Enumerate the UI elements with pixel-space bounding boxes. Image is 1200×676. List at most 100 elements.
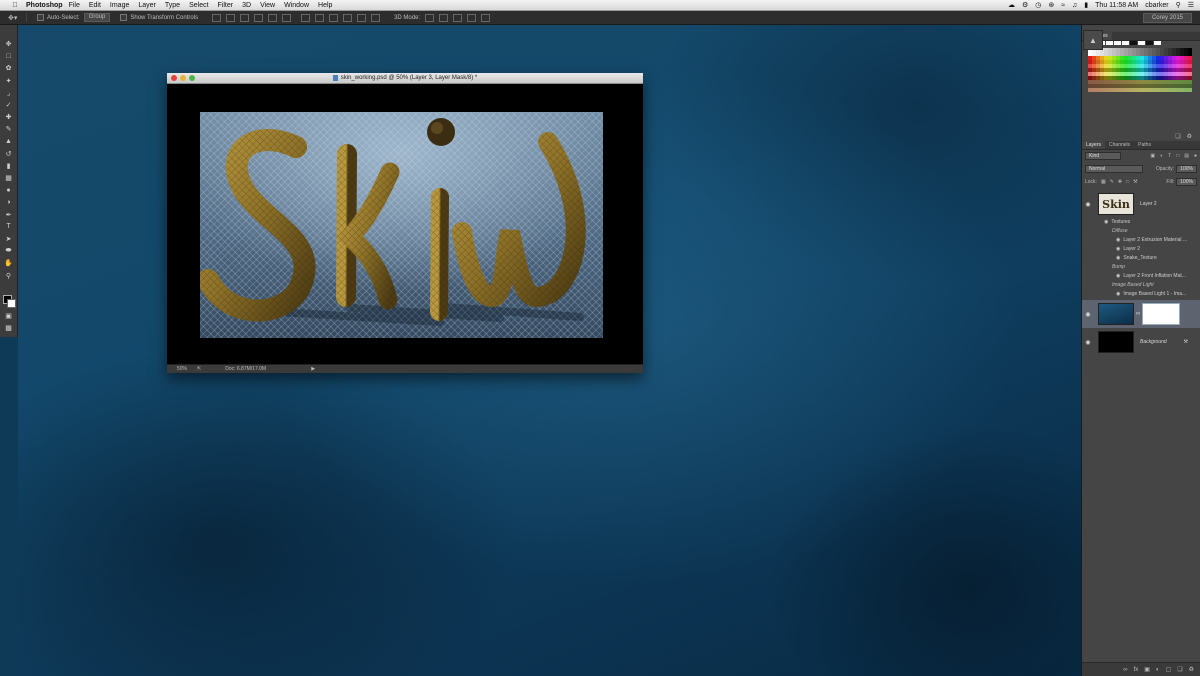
new-layer-icon[interactable]: ❏: [1177, 666, 1182, 673]
marquee-tool-icon[interactable]: □: [3, 51, 14, 61]
menu-file[interactable]: File: [69, 2, 80, 9]
3d-roll-icon[interactable]: [439, 13, 449, 22]
path-select-tool-icon[interactable]: ➤: [3, 234, 14, 244]
menu-3d[interactable]: 3D: [242, 2, 251, 9]
swatch[interactable]: [1146, 41, 1153, 45]
swatch[interactable]: [1138, 41, 1145, 45]
new-group-icon[interactable]: ▢: [1166, 666, 1172, 673]
eye-icon[interactable]: ◉: [1104, 219, 1108, 225]
layer-3-mask-thumbnail[interactable]: [1142, 303, 1181, 325]
eye-icon[interactable]: ◉: [1116, 291, 1120, 297]
transform-controls-checkbox[interactable]: [120, 14, 128, 21]
background-thumbnail[interactable]: [1098, 331, 1134, 353]
healing-tool-icon[interactable]: ✚: [3, 112, 14, 122]
menu-window[interactable]: Window: [284, 2, 309, 9]
gradient-tool-icon[interactable]: ▦: [3, 173, 14, 183]
minimize-window-icon[interactable]: [180, 75, 186, 81]
status-icon-gear[interactable]: ⚙: [1022, 1, 1028, 9]
fx-bump-1[interactable]: ◉ Layer 2 Front Inflation Mat...: [1116, 273, 1186, 279]
eye-icon[interactable]: ◉: [1116, 237, 1120, 243]
menu-select[interactable]: Select: [189, 2, 208, 9]
fill-field[interactable]: 100%: [1176, 178, 1197, 186]
apple-icon[interactable]: : [10, 2, 20, 9]
eye-icon[interactable]: ◉: [1116, 273, 1120, 279]
filter-pixel-icon[interactable]: ▣: [1150, 153, 1155, 159]
filter-adjust-icon[interactable]: ◐: [1160, 153, 1163, 159]
screen-mode-icon[interactable]: ▩: [3, 323, 14, 333]
add-mask-icon[interactable]: ▣: [1144, 666, 1150, 673]
align-left-icon[interactable]: [254, 13, 264, 22]
shape-tool-icon[interactable]: ⬬: [3, 246, 14, 256]
tab-channels[interactable]: Channels: [1105, 141, 1134, 149]
new-swatch-icon[interactable]: ❏: [1175, 133, 1180, 140]
app-name[interactable]: Photoshop: [26, 2, 63, 9]
menu-filter[interactable]: Filter: [218, 2, 234, 9]
blur-tool-icon[interactable]: ●: [3, 185, 14, 195]
align-top-icon[interactable]: [212, 13, 222, 22]
close-window-icon[interactable]: [171, 75, 177, 81]
swatch[interactable]: [1122, 41, 1129, 45]
brush-tool-icon[interactable]: ✎: [3, 124, 14, 134]
auto-select-checkbox[interactable]: [37, 14, 44, 21]
document-titlebar[interactable]: skin_working.psd @ 50% (Layer 3, Layer M…: [167, 73, 643, 84]
lock-icon[interactable]: ⚒: [1184, 339, 1188, 345]
align-bottom-icon[interactable]: [240, 13, 250, 22]
layer-3-thumbnail[interactable]: [1098, 303, 1134, 325]
3d-slide-icon[interactable]: [467, 13, 477, 22]
menu-user[interactable]: cbarker: [1145, 2, 1168, 9]
filter-shape-icon[interactable]: □: [1176, 153, 1179, 159]
lock-transparent-icon[interactable]: ▦: [1101, 179, 1106, 185]
layer-2-name[interactable]: Layer 2: [1140, 201, 1157, 207]
delete-swatch-icon[interactable]: ♻: [1187, 133, 1192, 140]
distribute-hcenter-icon[interactable]: [357, 13, 367, 22]
menu-clock[interactable]: Thu 11:58 AM: [1095, 2, 1138, 9]
lasso-tool-icon[interactable]: ✿: [3, 63, 14, 73]
move-tool-preset[interactable]: ✥▾: [8, 13, 27, 22]
move-tool-icon[interactable]: ✥: [3, 39, 14, 49]
zoom-tool-icon[interactable]: ⚲: [3, 271, 14, 281]
align-right-icon[interactable]: [282, 13, 292, 22]
layer-kind-filter[interactable]: Kind: [1085, 152, 1121, 160]
3d-orbit-icon[interactable]: [425, 13, 435, 22]
distribute-right-icon[interactable]: [371, 13, 381, 22]
fx-textures[interactable]: ◉ Textures: [1104, 219, 1130, 225]
swatch[interactable]: [1106, 41, 1113, 45]
hand-tool-icon[interactable]: ✋: [3, 258, 14, 268]
pen-tool-icon[interactable]: ✒: [3, 210, 14, 220]
eyedropper-tool-icon[interactable]: ✓: [3, 100, 14, 110]
battery-icon[interactable]: ▮: [1084, 1, 1088, 9]
lock-all-icon[interactable]: ⚒: [1133, 179, 1137, 185]
export-icon[interactable]: ⇱: [197, 366, 201, 372]
opacity-field[interactable]: 100%: [1176, 165, 1197, 173]
menu-layer[interactable]: Layer: [138, 2, 156, 9]
distribute-vcenter-icon[interactable]: [315, 13, 325, 22]
tab-layers[interactable]: Layers: [1082, 141, 1106, 149]
wifi-icon[interactable]: ≈: [1061, 2, 1065, 9]
fx-diffuse-1[interactable]: ◉ Layer 2 Extrusion Material ...: [1116, 237, 1187, 243]
link-layers-icon[interactable]: ∞: [1123, 667, 1127, 673]
type-tool-icon[interactable]: T: [3, 222, 14, 232]
menu-help[interactable]: Help: [318, 2, 332, 9]
swatch[interactable]: [1114, 41, 1121, 45]
layer-row-layer-2[interactable]: ◉ Skin Layer 2: [1082, 192, 1200, 216]
auto-select-dropdown[interactable]: Group: [83, 13, 111, 22]
collapsed-panel-icon[interactable]: ▲: [1083, 30, 1103, 50]
swatch[interactable]: [1154, 41, 1161, 45]
menu-view[interactable]: View: [260, 2, 275, 9]
filter-smart-icon[interactable]: ▤: [1184, 153, 1189, 159]
zoom-window-icon[interactable]: [189, 75, 195, 81]
delete-layer-icon[interactable]: ♻: [1189, 666, 1194, 673]
layer-row-background[interactable]: ◉ Background ⚒: [1082, 330, 1200, 354]
status-icon-clock[interactable]: ◷: [1035, 1, 1041, 9]
distribute-top-icon[interactable]: [301, 13, 311, 22]
artwork-image[interactable]: [200, 112, 603, 338]
status-menu-arrow-icon[interactable]: ▶: [311, 366, 315, 372]
quick-select-tool-icon[interactable]: ✦: [3, 76, 14, 86]
eraser-tool-icon[interactable]: ▮: [3, 161, 14, 171]
align-hcenter-icon[interactable]: [268, 13, 278, 22]
workspace-switcher[interactable]: Corey 2015: [1142, 13, 1192, 23]
quick-mask-icon[interactable]: ▣: [3, 311, 14, 321]
adjustment-layer-icon[interactable]: ◐: [1156, 667, 1160, 673]
distribute-bottom-icon[interactable]: [329, 13, 339, 22]
distribute-left-icon[interactable]: [343, 13, 353, 22]
